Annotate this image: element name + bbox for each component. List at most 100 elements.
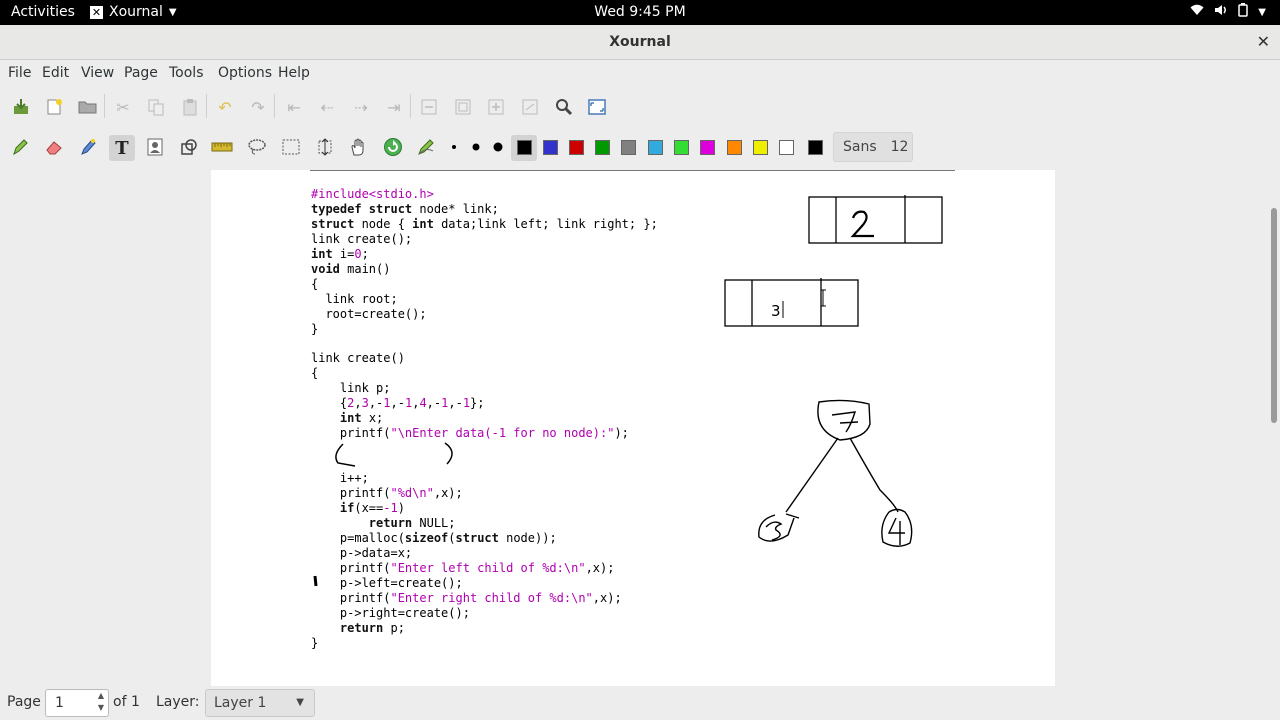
fullscreen-icon[interactable] [585,95,609,119]
code-token: return [368,515,413,530]
menu-help[interactable]: Help [278,65,310,81]
save-icon[interactable] [9,95,33,119]
page-spinner[interactable]: ▲ ▼ [94,690,108,716]
font-button[interactable]: Sans 12 [833,132,913,162]
redo-icon[interactable]: ↷ [246,95,270,119]
code-line: printf("\nEnter data(-1 for no node):"); [311,426,629,441]
code-token: struct [455,530,499,545]
new-page-icon[interactable] [42,95,66,119]
menu-page[interactable]: Page [124,65,158,81]
color-swatch-black[interactable] [517,140,532,155]
text-tool-icon[interactable]: T [109,135,135,161]
ruler-icon[interactable] [210,135,234,159]
color-swatch-light-green[interactable] [674,140,689,155]
font-size: 12 [890,139,909,155]
app-menu-button[interactable]: ✕ Xournal ▼ [90,4,177,20]
color-swatch-gray[interactable] [621,140,636,155]
system-top-bar: Activities ✕ Xournal ▼ Wed 9:45 PM ▼ [0,0,1280,25]
app-menu-label: Xournal [109,4,163,20]
lasso-icon[interactable] [245,135,269,159]
code-token: void [311,261,340,276]
chevron-up-icon[interactable]: ▲ [94,690,108,702]
battery-icon [1238,3,1249,21]
activities-button[interactable]: Activities [11,4,75,20]
thin-line-icon[interactable] [443,135,465,159]
code-line: root=create(); [311,307,426,322]
color-swatch-white[interactable] [779,140,794,155]
code-line: printf("Enter left child of %d:\n",x); [311,561,615,576]
next-page-icon[interactable]: ⇢ [349,95,373,119]
color-swatch-current[interactable] [808,140,823,155]
medium-line-icon[interactable] [465,135,487,159]
chevron-down-icon: ▼ [296,697,304,708]
undo-icon[interactable]: ↶ [213,95,237,119]
code-token: printf( [311,590,391,605]
select-rectangle-icon[interactable] [279,135,303,159]
code-line: } [311,322,318,337]
code-token: 0 [354,246,362,261]
zoom-out-icon[interactable] [417,95,441,119]
cut-icon[interactable]: ✂ [111,95,135,119]
pen-icon[interactable] [8,135,32,159]
code-token: (x== [354,500,384,515]
vertical-space-icon[interactable] [313,135,337,159]
chevron-down-icon[interactable]: ▼ [94,702,108,714]
copy-icon[interactable] [144,95,168,119]
search-icon[interactable] [552,95,576,119]
code-token: #include<stdio.h> [311,187,434,201]
code-line: link create() [311,351,405,366]
hand-tool-icon[interactable] [346,135,370,159]
menu-tools[interactable]: Tools [169,65,204,81]
menu-view[interactable]: View [81,65,114,81]
color-swatch-red[interactable] [569,140,584,155]
code-token: } [311,635,319,650]
clock[interactable]: Wed 9:45 PM [594,4,685,20]
canvas-area[interactable] [0,168,1268,686]
previous-page-icon[interactable]: ⇠ [315,95,339,119]
code-token: int [311,246,333,261]
code-token: } [311,321,319,336]
thick-line-icon[interactable] [487,135,509,159]
default-pen-icon[interactable] [414,135,438,159]
layer-select[interactable]: Layer 1 ▼ [205,689,315,717]
color-swatch-orange[interactable] [727,140,742,155]
window-title-bar: Xournal ✕ [0,25,1280,60]
close-icon[interactable]: ✕ [1257,32,1270,51]
first-page-icon[interactable]: ⇤ [282,95,306,119]
color-swatch-magenta[interactable] [700,140,715,155]
code-token: node* link; [412,201,499,216]
highlighter-icon[interactable] [76,135,100,159]
paste-icon[interactable] [178,95,202,119]
eraser-icon[interactable] [42,135,66,159]
color-swatch-blue[interactable] [543,140,558,155]
color-swatch-light-blue[interactable] [648,140,663,155]
vertical-scrollbar[interactable] [1268,168,1280,686]
color-swatch-yellow[interactable] [753,140,768,155]
scrollbar-thumb[interactable] [1271,208,1277,423]
code-line: p->data=x; [311,546,412,561]
code-token: p=malloc( [311,530,405,545]
default-tool-icon[interactable] [381,135,405,159]
code-token: node)); [498,530,557,545]
last-page-icon[interactable]: ⇥ [382,95,406,119]
code-line: p=malloc(sizeof(struct node)); [311,531,557,546]
font-name: Sans [843,139,877,155]
open-folder-icon[interactable] [76,95,100,119]
code-token: x; [361,411,384,426]
code-token: int [339,411,362,426]
code-line: int x; [311,411,383,426]
image-tool-icon[interactable] [143,135,167,159]
status-bar: Page 1 ▲ ▼ of 1 Layer: Layer 1 ▼ [0,686,1280,720]
code-line: if(x==-1) [311,501,405,516]
menu-file[interactable]: File [8,65,31,81]
menu-edit[interactable]: Edit [42,65,69,81]
code-token: link p; [311,381,391,396]
zoom-in-icon[interactable] [484,95,508,119]
shape-recognizer-icon[interactable] [177,135,201,159]
menu-options[interactable]: Options [218,65,272,81]
code-token: 1 [383,396,391,411]
system-tray[interactable]: ▼ [1190,3,1266,21]
zoom-fit-icon[interactable] [451,95,475,119]
color-swatch-green[interactable] [595,140,610,155]
page-width-icon[interactable] [518,95,542,119]
